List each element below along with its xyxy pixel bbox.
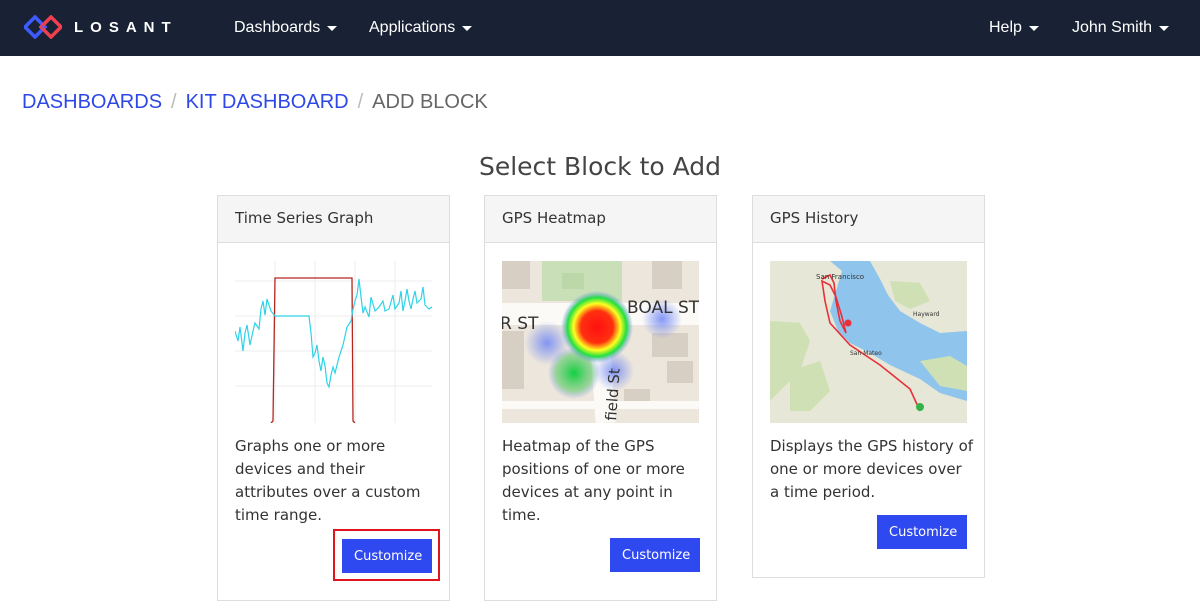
nav-user-menu[interactable]: John Smith <box>1072 0 1170 56</box>
street-label: BOAL ST <box>627 298 699 318</box>
breadcrumb-dashboards-link[interactable]: DASHBOARDS <box>22 91 162 114</box>
page-title: Select Block to Add <box>478 152 722 181</box>
block-card-gps-history[interactable]: GPS History San Francisco Hayward San Ma… <box>752 195 985 578</box>
breadcrumb: DASHBOARDS / KIT DASHBOARD / ADD BLOCK <box>22 91 488 114</box>
highlight-box <box>333 529 440 581</box>
street-label: R ST <box>502 314 539 334</box>
nav-help-menu[interactable]: Help <box>989 0 1039 56</box>
city-label: San Mateo <box>850 350 882 357</box>
losant-logo[interactable]: LOSANT <box>24 15 178 39</box>
street-label: field St <box>602 367 624 421</box>
card-title: GPS Heatmap <box>485 196 716 243</box>
caret-down-icon <box>1028 25 1039 31</box>
nav-help-label: Help <box>989 19 1022 36</box>
nav-applications-menu[interactable]: Applications <box>369 0 473 56</box>
nav-dashboards-menu[interactable]: Dashboards <box>234 0 338 56</box>
caret-down-icon <box>327 25 338 31</box>
card-description: Graphs one or more devices and their att… <box>235 437 421 524</box>
card-description: Displays the GPS history of one or more … <box>770 437 974 501</box>
breadcrumb-current: ADD BLOCK <box>372 91 488 113</box>
nav-user-label: John Smith <box>1072 19 1153 36</box>
breadcrumb-separator: / <box>171 91 177 113</box>
city-label: San Francisco <box>816 273 864 281</box>
breadcrumb-separator: / <box>357 91 364 113</box>
customize-button[interactable]: Customize <box>610 538 700 572</box>
block-card-gps-heatmap[interactable]: GPS Heatmap BOAL ST R ST field St Heatma… <box>484 195 717 601</box>
brand-name: LOSANT <box>74 18 178 36</box>
gps-heatmap-preview-image: BOAL ST R ST field St <box>502 261 699 423</box>
city-label: Hayward <box>913 311 940 318</box>
nav-dashboards-label: Dashboards <box>234 19 321 36</box>
breadcrumb-kit-dashboard-link[interactable]: KIT DASHBOARD <box>186 91 349 114</box>
card-title: GPS History <box>753 196 984 243</box>
nav-applications-label: Applications <box>369 19 456 36</box>
top-navbar: LOSANT Dashboards Applications Help John… <box>0 0 1200 56</box>
logo-diamond-icon <box>24 15 62 39</box>
customize-button[interactable]: Customize <box>877 515 967 549</box>
gps-history-preview-image: San Francisco Hayward San Mateo <box>770 261 967 423</box>
caret-down-icon <box>1159 25 1170 31</box>
card-description: Heatmap of the GPS positions of one or m… <box>502 437 685 524</box>
time-series-preview-image <box>235 261 432 423</box>
card-title: Time Series Graph <box>218 196 449 243</box>
caret-down-icon <box>462 25 473 31</box>
